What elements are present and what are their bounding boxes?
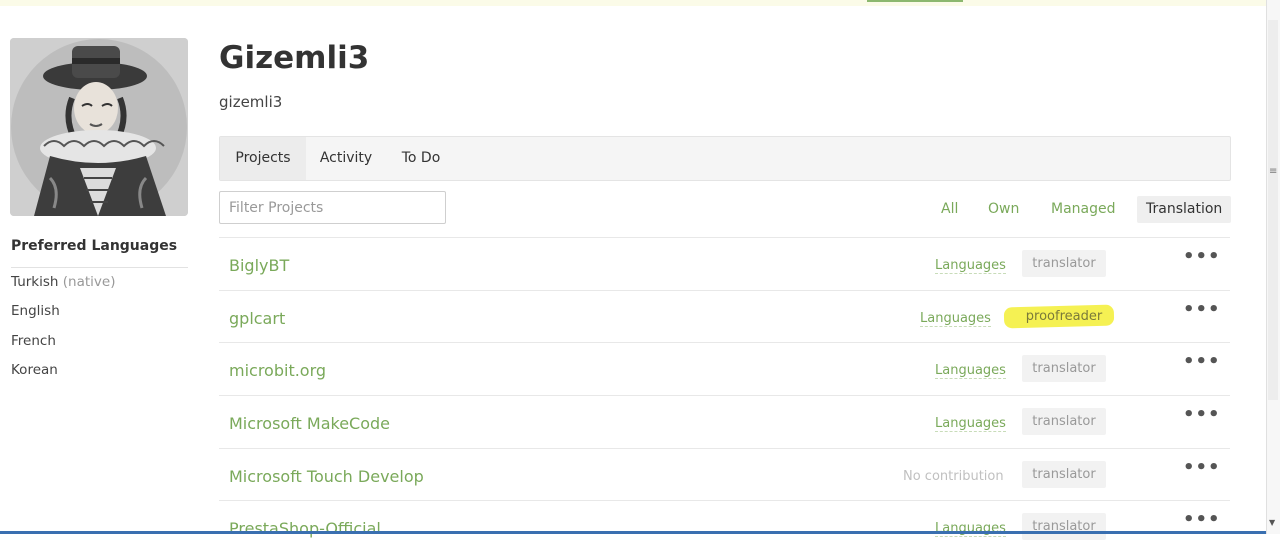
page-title: Gizemli3: [219, 40, 370, 76]
role-badge: translator: [1022, 250, 1106, 277]
avatar-image: [10, 38, 188, 216]
scrollbar-grip-icon: ≡: [1269, 166, 1278, 177]
role-badge: translator: [1022, 355, 1106, 383]
more-options-icon[interactable]: •••: [1183, 458, 1220, 481]
languages-link[interactable]: Languages: [935, 521, 1006, 538]
more-options-icon[interactable]: •••: [1183, 353, 1220, 375]
language-item: Turkish (native): [11, 274, 115, 303]
project-name[interactable]: Microsoft Touch Develop: [229, 467, 424, 486]
language-name: English: [11, 303, 60, 320]
languages-link[interactable]: Languages: [935, 258, 1006, 274]
role-text: proofreader: [1025, 308, 1103, 324]
more-options-icon[interactable]: •••: [1183, 300, 1220, 323]
role-badge: proofreader: [1003, 303, 1115, 330]
top-bar-accent: [867, 0, 963, 2]
more-options-icon[interactable]: •••: [1183, 248, 1220, 270]
language-name: Turkish: [11, 274, 59, 290]
preferred-languages-title: Preferred Languages: [11, 238, 178, 254]
project-name[interactable]: BiglyBT: [229, 256, 289, 275]
languages-link[interactable]: Languages: [935, 363, 1006, 380]
project-row: gplcart Languages proofreader •••: [219, 289, 1230, 343]
project-name[interactable]: Microsoft MakeCode: [229, 414, 390, 433]
filter-projects-input[interactable]: [219, 191, 446, 224]
avatar: [10, 38, 188, 216]
project-row: Microsoft Touch Develop No contribution …: [219, 447, 1230, 501]
scroll-down-arrow-icon[interactable]: ▼: [1269, 518, 1275, 527]
language-item: French: [11, 333, 115, 362]
scrollbar-thumb[interactable]: [1268, 20, 1278, 400]
role-badge: translator: [1022, 408, 1106, 436]
role-badge: translator: [1022, 460, 1106, 488]
language-name: Korean: [11, 362, 58, 379]
project-list: BiglyBT Languages translator ••• gplcart…: [219, 237, 1230, 553]
filter-managed[interactable]: Managed: [1051, 196, 1116, 223]
language-item: Korean: [11, 362, 115, 391]
languages-link[interactable]: Languages: [920, 311, 991, 327]
preferred-languages-list: Turkish (native) English French Korean: [11, 274, 115, 392]
no-contribution-text: No contribution: [903, 468, 1004, 484]
project-name[interactable]: gplcart: [229, 309, 285, 328]
language-note: (native): [62, 274, 116, 290]
role-badge: translator: [1022, 513, 1106, 541]
filter-all[interactable]: All: [941, 196, 958, 223]
divider: [11, 267, 188, 268]
tab-todo[interactable]: To Do: [386, 137, 456, 180]
language-name: French: [11, 332, 56, 349]
project-row: microbit.org Languages translator •••: [219, 342, 1230, 395]
top-notification-bar: [0, 0, 1266, 6]
username: gizemli3: [219, 93, 283, 111]
filter-translation[interactable]: Translation: [1137, 196, 1232, 223]
tab-projects[interactable]: Projects: [220, 137, 306, 180]
language-item: English: [11, 303, 115, 332]
project-name[interactable]: microbit.org: [229, 361, 326, 380]
filter-own[interactable]: Own: [988, 196, 1019, 223]
project-row: PrestaShop-Official Languages translator…: [219, 500, 1230, 553]
more-options-icon[interactable]: •••: [1183, 406, 1220, 428]
languages-link[interactable]: Languages: [935, 416, 1006, 433]
project-name[interactable]: PrestaShop-Official: [229, 519, 381, 538]
project-row: BiglyBT Languages translator •••: [219, 237, 1230, 290]
profile-tabs: Projects Activity To Do: [219, 136, 1231, 181]
project-row: Microsoft MakeCode Languages translator …: [219, 395, 1230, 448]
tab-activity[interactable]: Activity: [306, 137, 386, 180]
